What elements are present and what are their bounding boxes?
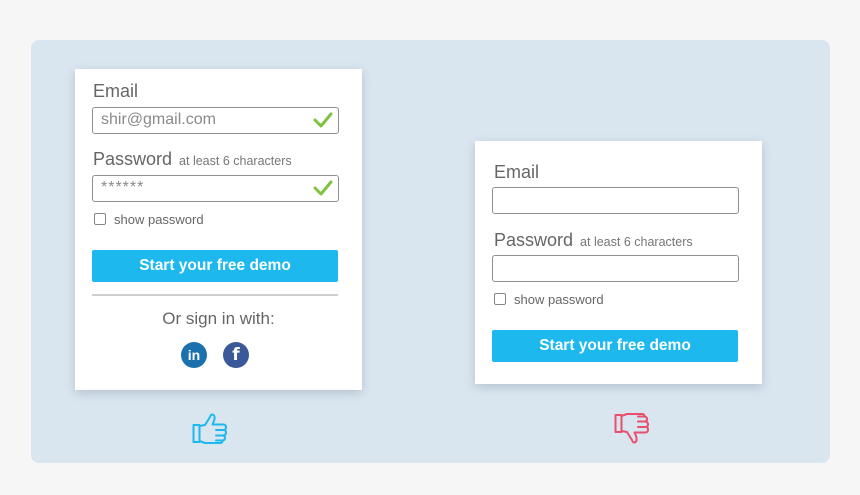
- start-demo-button[interactable]: Start your free demo: [92, 250, 338, 282]
- password-label: Password: [93, 149, 173, 169]
- thumbs-down-icon: [614, 413, 650, 444]
- email-value: shir@gmail.com: [101, 111, 216, 128]
- checkmark-icon: [313, 112, 333, 128]
- password-hint: at least 6 characters: [580, 235, 693, 249]
- social-signin-label: Or sign in with:: [162, 309, 275, 328]
- linkedin-icon[interactable]: in: [181, 342, 207, 368]
- bad-signup-form: Email Password at least 6 characters sho…: [475, 141, 762, 384]
- show-password-checkbox[interactable]: [494, 293, 506, 305]
- password-value: ******: [101, 179, 145, 196]
- password-label-row: Password at least 6 characters: [494, 230, 693, 251]
- divider: [92, 294, 338, 296]
- checkmark-icon: [313, 180, 333, 196]
- password-label-row: Password at least 6 characters: [93, 149, 292, 170]
- good-signup-form: Email shir@gmail.com Password at least 6…: [75, 69, 362, 390]
- thumbs-up-icon: [192, 413, 228, 444]
- password-label: Password: [494, 230, 574, 250]
- show-password-checkbox[interactable]: [94, 213, 106, 225]
- email-field[interactable]: [492, 187, 739, 214]
- facebook-icon[interactable]: f: [223, 342, 249, 368]
- start-demo-button[interactable]: Start your free demo: [492, 330, 738, 362]
- show-password-label: show password: [514, 292, 604, 307]
- email-field[interactable]: shir@gmail.com: [92, 107, 339, 134]
- email-label: Email: [494, 162, 540, 182]
- email-label: Email: [93, 81, 139, 101]
- password-field[interactable]: [492, 255, 739, 282]
- show-password-label: show password: [114, 212, 204, 227]
- password-hint: at least 6 characters: [179, 154, 292, 168]
- password-field[interactable]: ******: [92, 175, 339, 202]
